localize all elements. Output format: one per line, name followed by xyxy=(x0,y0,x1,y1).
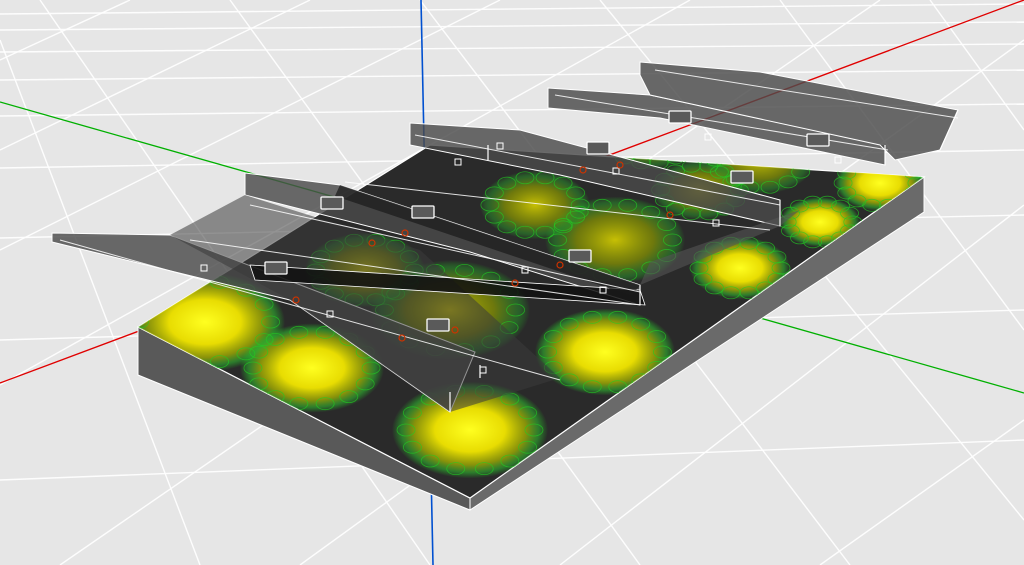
grid-line xyxy=(0,43,1024,53)
heat-ring-mark xyxy=(604,121,622,133)
scene-canvas[interactable] xyxy=(0,0,1024,565)
sensor-marker xyxy=(834,156,842,164)
grid-line xyxy=(0,39,201,565)
3d-viewport[interactable] xyxy=(0,0,1024,565)
luminaire xyxy=(730,170,754,184)
heat-ring-mark xyxy=(795,153,815,167)
luminaire xyxy=(586,141,610,155)
luminaire xyxy=(668,110,692,124)
luminaire xyxy=(426,318,450,332)
luminaire xyxy=(320,196,344,210)
luminaire xyxy=(806,133,830,147)
luminaire xyxy=(568,249,592,263)
heat-ring-mark xyxy=(709,145,729,155)
heat-spot xyxy=(480,170,590,240)
heat-ring-mark xyxy=(893,158,913,172)
road-model xyxy=(51,61,959,511)
luminaire xyxy=(411,205,435,219)
grid-line xyxy=(0,21,1024,31)
grid-line xyxy=(0,0,311,151)
luminaire xyxy=(264,261,288,275)
grid-line xyxy=(0,3,1024,15)
heat-ring-mark xyxy=(677,145,697,156)
